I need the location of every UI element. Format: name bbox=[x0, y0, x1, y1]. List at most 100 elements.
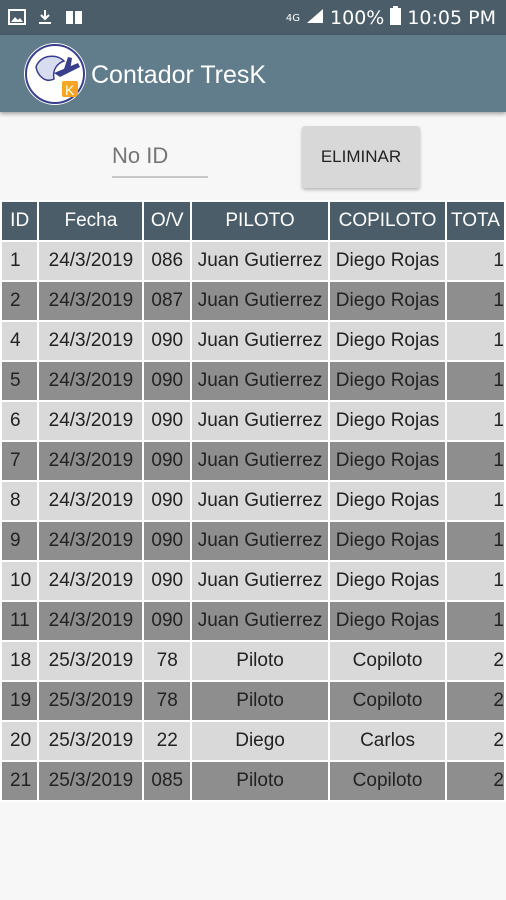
cell-fecha: 25/3/2019 bbox=[37, 680, 145, 722]
cell-id: 4 bbox=[0, 320, 40, 362]
cell-id: 20 bbox=[0, 720, 40, 762]
table-row[interactable]: 21 25/3/2019 085 Piloto Copiloto 2 bbox=[0, 760, 506, 802]
table-row[interactable]: 11 24/3/2019 090 Juan Gutierrez Diego Rojas 1 bbox=[0, 600, 506, 642]
table-row[interactable]: 5 24/3/2019 090 Juan Gutierrez Diego Rojas 1 bbox=[0, 360, 506, 402]
cell-total: 1 bbox=[445, 240, 506, 282]
cell-copiloto: Copiloto bbox=[328, 760, 448, 802]
cell-total: 1 bbox=[445, 440, 506, 482]
cell-ov: 78 bbox=[142, 640, 193, 682]
cell-id: 10 bbox=[0, 560, 40, 602]
cell-fecha: 24/3/2019 bbox=[37, 520, 145, 562]
cell-total: 2 bbox=[445, 720, 506, 762]
cell-copiloto: Diego Rojas bbox=[328, 240, 448, 282]
cell-piloto: Juan Gutierrez bbox=[190, 600, 331, 642]
download-icon bbox=[36, 8, 54, 30]
battery-icon bbox=[390, 6, 402, 30]
cell-total: 1 bbox=[445, 600, 506, 642]
cell-piloto: Juan Gutierrez bbox=[190, 320, 331, 362]
clock: 10:05 PM bbox=[407, 7, 496, 29]
cell-piloto: Diego bbox=[190, 720, 331, 762]
empty-area bbox=[0, 810, 506, 900]
cell-piloto: Juan Gutierrez bbox=[190, 440, 331, 482]
app-logo-icon: K bbox=[24, 43, 86, 105]
cell-total: 1 bbox=[445, 320, 506, 362]
table-row[interactable]: 19 25/3/2019 78 Piloto Copiloto 2 bbox=[0, 680, 506, 722]
cell-piloto: Juan Gutierrez bbox=[190, 520, 331, 562]
cell-ov: 090 bbox=[142, 360, 193, 402]
cell-fecha: 24/3/2019 bbox=[37, 480, 145, 522]
cell-copiloto: Diego Rojas bbox=[328, 360, 448, 402]
table-row[interactable]: 7 24/3/2019 090 Juan Gutierrez Diego Rojas 1 bbox=[0, 440, 506, 482]
cell-id: 11 bbox=[0, 600, 40, 642]
cell-id: 2 bbox=[0, 280, 40, 322]
cell-fecha: 24/3/2019 bbox=[37, 400, 145, 442]
table-row[interactable]: 9 24/3/2019 090 Juan Gutierrez Diego Rojas 1 bbox=[0, 520, 506, 562]
cell-fecha: 25/3/2019 bbox=[37, 720, 145, 762]
delete-button[interactable]: ELIMINAR bbox=[302, 126, 420, 188]
cell-ov: 78 bbox=[142, 680, 193, 722]
cell-id: 18 bbox=[0, 640, 40, 682]
cell-fecha: 24/3/2019 bbox=[37, 360, 145, 402]
cell-piloto: Piloto bbox=[190, 680, 331, 722]
column-header-total: TOTA bbox=[445, 200, 506, 242]
signal-icon bbox=[306, 7, 324, 29]
system-indicators: 4G 100% 10:05 PM bbox=[286, 6, 496, 30]
cell-copiloto: Copiloto bbox=[328, 680, 448, 722]
table-row[interactable]: 1 24/3/2019 086 Juan Gutierrez Diego Rojas 1 bbox=[0, 240, 506, 282]
svg-text:K: K bbox=[65, 82, 75, 98]
column-header-id: ID bbox=[0, 200, 40, 242]
cell-piloto: Juan Gutierrez bbox=[190, 240, 331, 282]
cell-copiloto: Diego Rojas bbox=[328, 480, 448, 522]
table-row[interactable]: 20 25/3/2019 22 Diego Carlos 2 bbox=[0, 720, 506, 762]
book-icon bbox=[64, 8, 84, 30]
cell-ov: 086 bbox=[142, 240, 193, 282]
app-title: Contador TresK bbox=[91, 61, 267, 89]
cell-piloto: Juan Gutierrez bbox=[190, 560, 331, 602]
column-header-copiloto: COPILOTO bbox=[328, 200, 448, 242]
image-icon bbox=[8, 8, 26, 30]
column-header-fecha: Fecha bbox=[37, 200, 145, 242]
cell-fecha: 24/3/2019 bbox=[37, 240, 145, 282]
id-field[interactable] bbox=[112, 138, 208, 178]
status-bar: 4G 100% 10:05 PM bbox=[0, 0, 506, 35]
cell-id: 8 bbox=[0, 480, 40, 522]
cell-fecha: 24/3/2019 bbox=[37, 280, 145, 322]
cell-copiloto: Diego Rojas bbox=[328, 520, 448, 562]
records-table-container[interactable]: ID Fecha O/V PILOTO COPILOTO TOTA 1 24/3/… bbox=[0, 200, 506, 810]
table-row[interactable]: 10 24/3/2019 090 Juan Gutierrez Diego Rojas 1 bbox=[0, 560, 506, 602]
cell-fecha: 24/3/2019 bbox=[37, 440, 145, 482]
records-table: ID Fecha O/V PILOTO COPILOTO TOTA 1 24/3/… bbox=[0, 200, 506, 802]
cell-fecha: 24/3/2019 bbox=[37, 600, 145, 642]
cell-id: 1 bbox=[0, 240, 40, 282]
table-row[interactable]: 6 24/3/2019 090 Juan Gutierrez Diego Rojas 1 bbox=[0, 400, 506, 442]
cell-id: 5 bbox=[0, 360, 40, 402]
cell-id: 9 bbox=[0, 520, 40, 562]
cell-copiloto: Diego Rojas bbox=[328, 440, 448, 482]
table-row[interactable]: 8 24/3/2019 090 Juan Gutierrez Diego Rojas 1 bbox=[0, 480, 506, 522]
cell-copiloto: Diego Rojas bbox=[328, 560, 448, 602]
cell-piloto: Piloto bbox=[190, 760, 331, 802]
id-input[interactable] bbox=[112, 138, 208, 174]
cell-copiloto: Diego Rojas bbox=[328, 600, 448, 642]
cell-ov: 090 bbox=[142, 520, 193, 562]
cell-total: 1 bbox=[445, 400, 506, 442]
cell-ov: 22 bbox=[142, 720, 193, 762]
table-row[interactable]: 4 24/3/2019 090 Juan Gutierrez Diego Rojas 1 bbox=[0, 320, 506, 362]
cell-fecha: 25/3/2019 bbox=[37, 640, 145, 682]
cell-total: 1 bbox=[445, 280, 506, 322]
table-header-row: ID Fecha O/V PILOTO COPILOTO TOTA bbox=[0, 200, 506, 242]
cell-ov: 090 bbox=[142, 480, 193, 522]
cell-total: 2 bbox=[445, 680, 506, 722]
cell-fecha: 24/3/2019 bbox=[37, 560, 145, 602]
cell-total: 2 bbox=[445, 760, 506, 802]
table-row[interactable]: 18 25/3/2019 78 Piloto Copiloto 2 bbox=[0, 640, 506, 682]
cell-ov: 090 bbox=[142, 440, 193, 482]
battery-percent: 100% bbox=[330, 7, 385, 29]
app-bar: K Contador TresK bbox=[0, 35, 506, 112]
cell-id: 7 bbox=[0, 440, 40, 482]
table-row[interactable]: 2 24/3/2019 087 Juan Gutierrez Diego Rojas 1 bbox=[0, 280, 506, 322]
cell-copiloto: Copiloto bbox=[328, 640, 448, 682]
cell-ov: 085 bbox=[142, 760, 193, 802]
notification-icons bbox=[8, 8, 84, 30]
cell-total: 1 bbox=[445, 360, 506, 402]
